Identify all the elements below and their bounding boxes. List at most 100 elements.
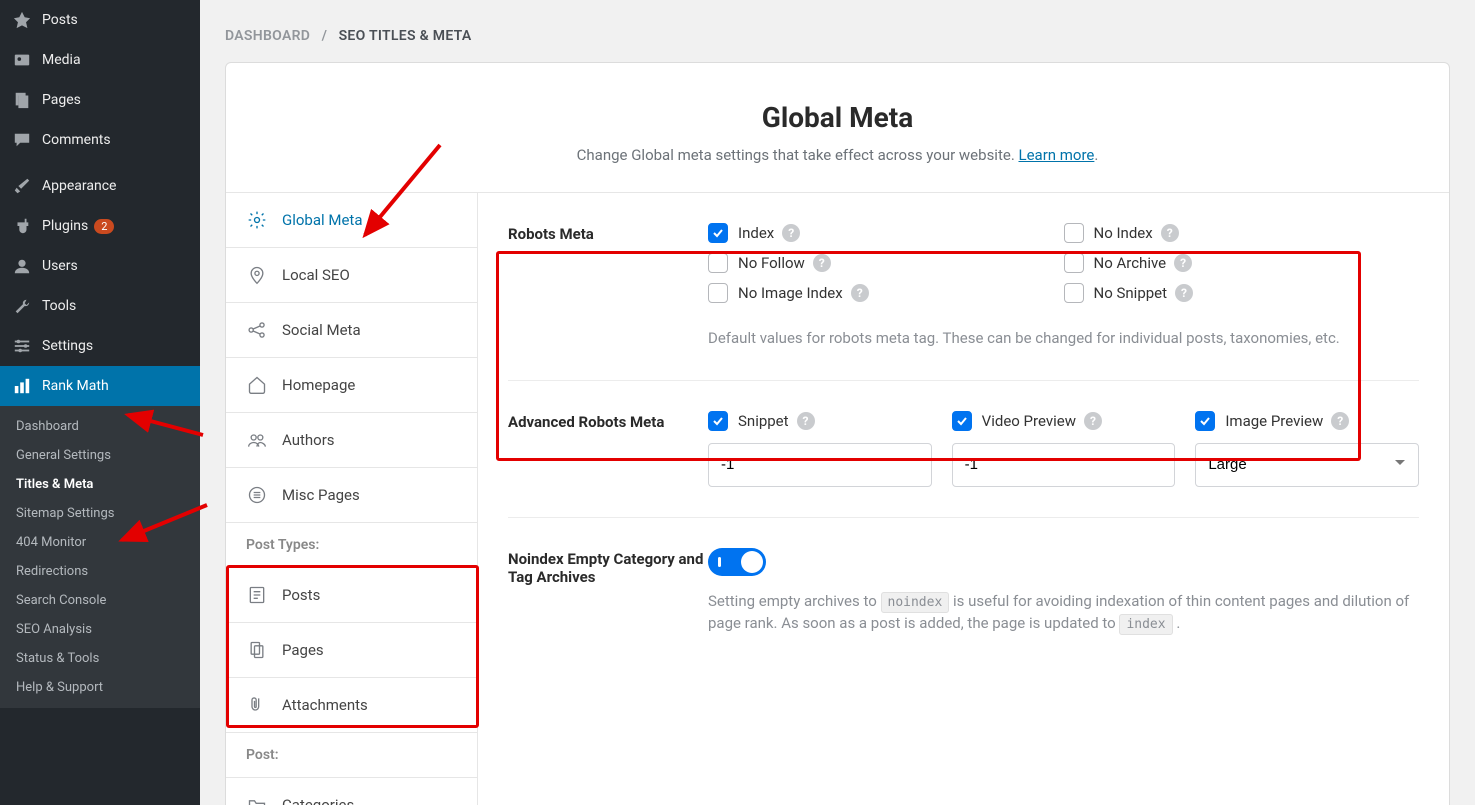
menu-appearance[interactable]: Appearance xyxy=(0,166,200,206)
menu-plugins[interactable]: Plugins2 xyxy=(0,206,200,246)
help-icon[interactable]: ? xyxy=(1174,254,1192,272)
menu-label: Tools xyxy=(42,298,76,314)
chart-icon xyxy=(12,376,32,396)
snippet-input[interactable] xyxy=(708,443,932,487)
advanced-robots-label: Advanced Robots Meta xyxy=(508,411,708,487)
menu-comments[interactable]: Comments xyxy=(0,120,200,160)
settings-panel: Global Meta Change Global meta settings … xyxy=(225,62,1450,805)
media-icon xyxy=(12,50,32,70)
settings-sliders-icon xyxy=(12,336,32,356)
checkbox-no-index[interactable] xyxy=(1064,223,1084,243)
wrench-icon xyxy=(12,296,32,316)
page-icon xyxy=(12,90,32,110)
checkbox-no-archive[interactable] xyxy=(1064,253,1084,273)
robots-meta-row: Robots Meta Index? No Follow? No Image I… xyxy=(508,223,1419,381)
menu-rank-math[interactable]: Rank Math xyxy=(0,366,200,406)
tab-label: Misc Pages xyxy=(282,486,360,504)
menu-label: Appearance xyxy=(42,178,116,194)
menu-label: Media xyxy=(42,52,81,68)
checkbox-label: Image Preview xyxy=(1225,412,1323,430)
help-icon[interactable]: ? xyxy=(813,254,831,272)
tab-local-seo[interactable]: Local SEO xyxy=(226,248,477,303)
submenu-titles-meta[interactable]: Titles & Meta xyxy=(0,470,200,499)
submenu-404-monitor[interactable]: 404 Monitor xyxy=(0,528,200,557)
settings-form: Robots Meta Index? No Follow? No Image I… xyxy=(478,193,1449,805)
comment-icon xyxy=(12,130,32,150)
submenu-general-settings[interactable]: General Settings xyxy=(0,441,200,470)
checkbox-no-image-index[interactable] xyxy=(708,283,728,303)
rank-math-submenu: Dashboard General Settings Titles & Meta… xyxy=(0,406,200,708)
list-icon xyxy=(246,484,268,506)
menu-label: Rank Math xyxy=(42,378,109,394)
learn-more-link[interactable]: Learn more xyxy=(1019,146,1095,164)
submenu-dashboard[interactable]: Dashboard xyxy=(0,412,200,441)
tab-homepage[interactable]: Homepage xyxy=(226,358,477,413)
noindex-desc: Setting empty archives to noindex is use… xyxy=(708,590,1419,635)
help-icon[interactable]: ? xyxy=(1084,412,1102,430)
noindex-toggle[interactable] xyxy=(708,548,766,576)
checkbox-no-follow[interactable] xyxy=(708,253,728,273)
checkbox-index[interactable] xyxy=(708,223,728,243)
checkbox-image-preview[interactable] xyxy=(1195,411,1215,431)
menu-label: Pages xyxy=(42,92,81,108)
menu-media[interactable]: Media xyxy=(0,40,200,80)
checkbox-label: No Image Index xyxy=(738,284,843,302)
home-icon xyxy=(246,374,268,396)
submenu-sitemap-settings[interactable]: Sitemap Settings xyxy=(0,499,200,528)
menu-label: Settings xyxy=(42,338,93,354)
checkbox-label: Video Preview xyxy=(982,412,1076,430)
post-icon xyxy=(246,584,268,606)
submenu-status-tools[interactable]: Status & Tools xyxy=(0,644,200,673)
help-icon[interactable]: ? xyxy=(1161,224,1179,242)
checkbox-label: No Follow xyxy=(738,254,805,272)
help-icon[interactable]: ? xyxy=(1175,284,1193,302)
tab-global-meta[interactable]: Global Meta xyxy=(226,193,477,248)
video-preview-input[interactable] xyxy=(952,443,1176,487)
menu-tools[interactable]: Tools xyxy=(0,286,200,326)
gear-icon xyxy=(246,209,268,231)
checkbox-snippet[interactable] xyxy=(708,411,728,431)
tab-attachments[interactable]: Attachments xyxy=(226,678,477,733)
tab-pages[interactable]: Pages xyxy=(226,623,477,678)
menu-label: Comments xyxy=(42,132,111,148)
checkbox-label: Index xyxy=(738,224,774,242)
menu-pages[interactable]: Pages xyxy=(0,80,200,120)
submenu-seo-analysis[interactable]: SEO Analysis xyxy=(0,615,200,644)
help-icon[interactable]: ? xyxy=(1331,412,1349,430)
tab-social-meta[interactable]: Social Meta xyxy=(226,303,477,358)
advanced-robots-row: Advanced Robots Meta Snippet? Video Prev… xyxy=(508,411,1419,518)
tab-authors[interactable]: Authors xyxy=(226,413,477,468)
help-icon[interactable]: ? xyxy=(797,412,815,430)
panel-header: Global Meta Change Global meta settings … xyxy=(226,63,1449,193)
checkbox-label: No Index xyxy=(1094,224,1153,242)
breadcrumb-root[interactable]: DASHBOARD xyxy=(225,28,310,44)
page-subtitle: Change Global meta settings that take ef… xyxy=(266,146,1409,164)
pin-icon xyxy=(12,10,32,30)
help-icon[interactable]: ? xyxy=(851,284,869,302)
content-area: DASHBOARD / SEO TITLES & META Global Met… xyxy=(200,0,1475,805)
tab-label: Homepage xyxy=(282,376,355,394)
tab-misc-pages[interactable]: Misc Pages xyxy=(226,468,477,523)
menu-settings[interactable]: Settings xyxy=(0,326,200,366)
tab-label: Authors xyxy=(282,431,335,449)
submenu-help-support[interactable]: Help & Support xyxy=(0,673,200,702)
menu-users[interactable]: Users xyxy=(0,246,200,286)
tab-label: Social Meta xyxy=(282,321,361,339)
breadcrumb: DASHBOARD / SEO TITLES & META xyxy=(225,0,1450,62)
tab-posts[interactable]: Posts xyxy=(226,568,477,623)
location-icon xyxy=(246,264,268,286)
checkbox-no-snippet[interactable] xyxy=(1064,283,1084,303)
breadcrumb-current: SEO TITLES & META xyxy=(339,28,472,44)
help-icon[interactable]: ? xyxy=(782,224,800,242)
tab-categories[interactable]: Categories xyxy=(226,778,477,805)
image-preview-select[interactable]: Large xyxy=(1195,443,1419,487)
plug-icon xyxy=(12,216,32,236)
tab-label: Attachments xyxy=(282,696,368,714)
checkbox-video-preview[interactable] xyxy=(952,411,972,431)
submenu-redirections[interactable]: Redirections xyxy=(0,557,200,586)
attachment-icon xyxy=(246,694,268,716)
users-icon xyxy=(246,429,268,451)
menu-posts[interactable]: Posts xyxy=(0,0,200,40)
submenu-search-console[interactable]: Search Console xyxy=(0,586,200,615)
robots-meta-label: Robots Meta xyxy=(508,223,708,350)
